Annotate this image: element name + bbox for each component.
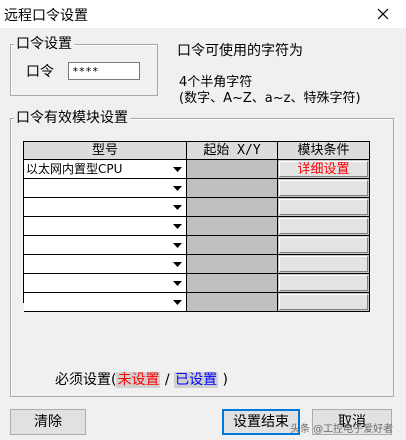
model-select[interactable]: [24, 236, 187, 255]
column-header-condition: 模块条件: [278, 142, 370, 160]
condition-cell: [278, 255, 370, 274]
info-line-2: (数字、A~Z、a~z、特殊字符): [179, 91, 361, 106]
start-xy-cell: [187, 293, 278, 312]
condition-cell: [278, 198, 370, 217]
condition-button[interactable]: [279, 294, 368, 310]
start-xy-cell: [187, 179, 278, 198]
dropdown-arrow-icon[interactable]: [170, 257, 184, 271]
start-xy-cell: [187, 198, 278, 217]
status-legend-prefix: 必须设置(: [55, 372, 117, 388]
model-select[interactable]: [24, 198, 187, 217]
start-xy-cell: [187, 255, 278, 274]
title-bar: 远程口令设置: [0, 0, 406, 28]
module-group-legend: 口令有效模块设置: [14, 110, 130, 126]
model-select[interactable]: [24, 255, 187, 274]
info-heading: 口令可使用的字符为: [177, 43, 303, 59]
condition-button[interactable]: [279, 256, 368, 272]
watermark: 头条 @工控电子爱好者: [290, 424, 394, 435]
clear-button[interactable]: 清除: [10, 409, 86, 435]
start-xy-cell: [187, 236, 278, 255]
condition-cell: 详细设置: [278, 160, 370, 179]
condition-button[interactable]: [279, 199, 368, 215]
model-select[interactable]: [24, 179, 187, 198]
module-table: 型号 起始 X/Y 模块条件 以太网内置型CPU 详细设置: [23, 141, 370, 312]
dropdown-arrow-icon[interactable]: [170, 276, 184, 290]
dropdown-arrow-icon[interactable]: [170, 238, 184, 252]
password-label: 口令: [26, 64, 54, 80]
detail-settings-button[interactable]: 详细设置: [279, 161, 368, 177]
condition-cell: [278, 179, 370, 198]
status-unset-label: 未设置: [116, 372, 161, 388]
condition-cell: [278, 217, 370, 236]
model-value: 以太网内置型CPU: [26, 162, 123, 176]
model-select[interactable]: [24, 274, 187, 293]
dialog-body: 口令设置 口令 **** 口令可使用的字符为 4个半角字符 (数字、A~Z、a~…: [0, 28, 406, 440]
dropdown-arrow-icon[interactable]: [170, 219, 184, 233]
close-icon: [377, 8, 389, 20]
close-button[interactable]: [360, 0, 406, 28]
status-legend-sep: /: [164, 372, 170, 388]
dropdown-arrow-icon[interactable]: [170, 162, 184, 176]
start-xy-cell: [187, 274, 278, 293]
dropdown-arrow-icon[interactable]: [170, 200, 184, 214]
start-xy-cell: [187, 160, 278, 179]
window-title: 远程口令设置: [4, 8, 88, 24]
model-select[interactable]: 以太网内置型CPU: [24, 160, 187, 179]
status-legend: 必须设置(未设置 / 已设置 ): [55, 371, 228, 389]
finish-settings-button[interactable]: 设置结束: [222, 409, 300, 435]
status-legend-suffix: ): [222, 372, 229, 388]
condition-button[interactable]: [279, 218, 368, 234]
dropdown-arrow-icon[interactable]: [170, 181, 184, 195]
model-select[interactable]: [24, 293, 187, 312]
column-header-start: 起始 X/Y: [187, 142, 278, 160]
condition-button[interactable]: [279, 237, 368, 253]
model-select[interactable]: [24, 217, 187, 236]
status-set-label: 已设置: [174, 372, 219, 388]
column-header-model: 型号: [24, 142, 187, 160]
start-xy-cell: [187, 217, 278, 236]
dropdown-arrow-icon[interactable]: [170, 295, 184, 309]
condition-cell: [278, 236, 370, 255]
condition-cell: [278, 274, 370, 293]
password-input[interactable]: ****: [68, 62, 140, 80]
condition-cell: [278, 293, 370, 312]
condition-button[interactable]: [279, 180, 368, 196]
condition-button[interactable]: [279, 275, 368, 291]
password-group-legend: 口令设置: [14, 36, 74, 52]
